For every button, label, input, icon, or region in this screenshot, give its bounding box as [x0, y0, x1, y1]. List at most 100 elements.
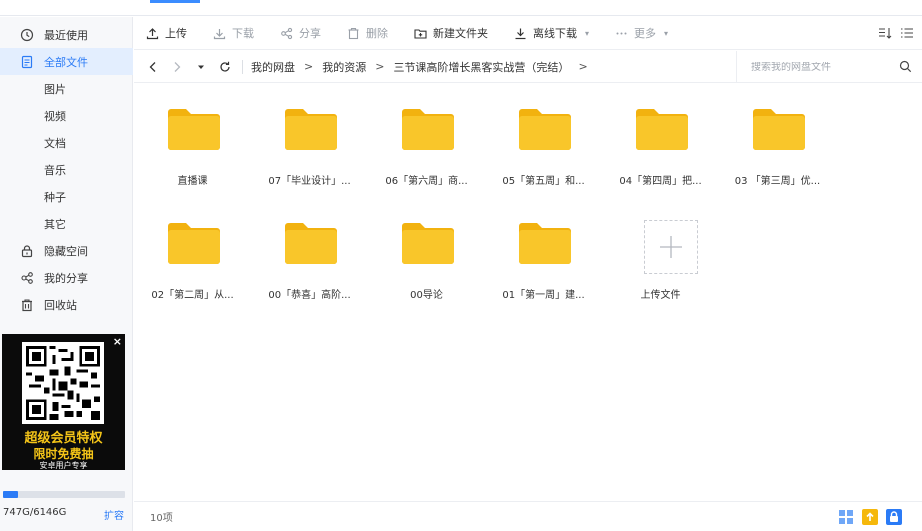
breadcrumb-item[interactable]: 我的网盘 [251, 59, 295, 75]
folder-tile[interactable]: 01「第一周」建... [485, 198, 602, 301]
sidebar-item-my-shares[interactable]: 我的分享 [0, 264, 133, 291]
folder-name: 05「第五周」和... [502, 176, 585, 187]
address-bar: 我的网盘 > 我的资源 > 三节课高阶增长黑客实战营（完结） > [134, 51, 922, 83]
share-icon [20, 271, 34, 285]
lock-icon [20, 244, 34, 258]
upload-label: 上传 [165, 27, 187, 40]
offline-download-icon [514, 27, 527, 40]
more-button[interactable]: 更多 ▾ [615, 25, 668, 41]
sort-icon[interactable] [878, 26, 892, 40]
folder-icon [519, 222, 571, 264]
upload-drop-zone[interactable] [644, 220, 698, 274]
address-divider [242, 59, 243, 74]
sidebar-item-label: 我的分享 [44, 271, 88, 285]
clock-icon [20, 28, 34, 42]
sidebar-nav: 最近使用 全部文件 图片 视频 文档 音乐 种子 其它 隐藏空间 我的分享 回收… [0, 21, 133, 318]
folder-tile[interactable]: 03 「第三周」优... [719, 84, 836, 187]
history-dropdown-icon[interactable] [194, 60, 208, 74]
folder-name: 04「第四周」把... [619, 176, 702, 187]
back-icon[interactable] [146, 60, 160, 74]
sidebar-item-images[interactable]: 图片 [0, 75, 133, 102]
promo-note: 安卓用户专享 [39, 461, 88, 470]
folder-icon [753, 108, 805, 150]
app-grid-icon[interactable] [838, 509, 854, 525]
folder-icon [519, 108, 571, 150]
status-bar: 10项 [134, 501, 922, 531]
offline-download-button[interactable]: 离线下载 ▾ [514, 25, 589, 41]
folder-tile[interactable]: 07「毕业设计」... [251, 84, 368, 187]
upload-button[interactable]: 上传 [146, 25, 187, 41]
sidebar: 最近使用 全部文件 图片 视频 文档 音乐 种子 其它 隐藏空间 我的分享 回收… [0, 17, 133, 531]
folder-tile[interactable]: 05「第五周」和... [485, 84, 602, 187]
breadcrumb-expand-icon[interactable]: > [578, 60, 587, 73]
folder-name: 00导论 [410, 290, 443, 301]
upload-queue-icon[interactable] [862, 509, 878, 525]
sidebar-item-label: 最近使用 [44, 28, 88, 42]
download-label: 下载 [232, 27, 254, 40]
upload-tile[interactable]: 上传文件 [602, 198, 719, 301]
sidebar-item-recycle-bin[interactable]: 回收站 [0, 291, 133, 318]
storage-usage-fill [3, 491, 18, 498]
new-folder-label: 新建文件夹 [433, 27, 488, 40]
delete-button[interactable]: 删除 [347, 25, 388, 41]
breadcrumb-separator-icon: > [375, 60, 385, 73]
folder-name: 00「恭喜」高阶... [268, 290, 351, 301]
folder-tile[interactable]: 04「第四周」把... [602, 84, 719, 187]
download-button[interactable]: 下载 [213, 25, 254, 41]
folder-tile[interactable]: 直播课 [134, 84, 251, 187]
close-icon[interactable]: × [113, 335, 122, 348]
promo-headline: 超级会员特权 [24, 431, 103, 446]
refresh-icon[interactable] [218, 60, 232, 74]
new-folder-button[interactable]: 新建文件夹 [414, 25, 488, 41]
folder-name: 02「第二周」从... [151, 290, 234, 301]
item-count: 10项 [150, 513, 173, 524]
share-icon [280, 27, 293, 40]
folder-tile[interactable]: 02「第二周」从... [134, 198, 251, 301]
sidebar-item-hidden-space[interactable]: 隐藏空间 [0, 237, 133, 264]
sidebar-item-documents[interactable]: 文档 [0, 129, 133, 156]
folder-tile[interactable]: 06「第六周」商... [368, 84, 485, 187]
sidebar-item-other[interactable]: 其它 [0, 210, 133, 237]
folder-icon [168, 222, 220, 264]
more-label: 更多 [634, 27, 657, 40]
breadcrumb-item[interactable]: 我的资源 [322, 59, 366, 75]
storage-usage-text: 747G/6146G [3, 507, 67, 518]
sidebar-item-label: 全部文件 [44, 55, 88, 69]
view-controls [870, 26, 914, 40]
sidebar-item-label: 文档 [44, 136, 66, 150]
share-button[interactable]: 分享 [280, 25, 321, 41]
offline-download-label: 离线下载 [533, 27, 577, 40]
sidebar-item-label: 隐藏空间 [44, 244, 88, 258]
sidebar-item-all-files[interactable]: 全部文件 [0, 48, 133, 75]
qr-code-image [22, 342, 104, 424]
sidebar-item-videos[interactable]: 视频 [0, 102, 133, 129]
forward-icon[interactable] [170, 60, 184, 74]
search-box [736, 51, 922, 83]
folder-icon [285, 108, 337, 150]
search-icon[interactable] [899, 60, 912, 73]
upload-tile-label: 上传文件 [640, 290, 681, 301]
sidebar-item-torrents[interactable]: 种子 [0, 183, 133, 210]
share-label: 分享 [299, 27, 321, 40]
status-icons [830, 509, 902, 525]
search-input[interactable] [751, 61, 891, 73]
sidebar-item-label: 音乐 [44, 163, 66, 177]
expand-storage-link[interactable]: 扩容 [104, 507, 124, 522]
lock-badge-icon[interactable] [886, 509, 902, 525]
plus-icon [660, 236, 682, 258]
folder-tile[interactable]: 00「恭喜」高阶... [251, 198, 368, 301]
new-folder-icon [414, 27, 427, 40]
folder-icon [636, 108, 688, 150]
folder-name: 03 「第三周」优... [734, 176, 821, 187]
folder-icon [168, 108, 220, 150]
sidebar-item-label: 视频 [44, 109, 66, 123]
trash-icon [20, 298, 34, 312]
folder-name: 01「第一周」建... [502, 290, 585, 301]
list-view-icon[interactable] [900, 26, 914, 40]
sidebar-item-music[interactable]: 音乐 [0, 156, 133, 183]
chevron-down-icon: ▾ [664, 28, 669, 38]
promo-banner[interactable]: × 超级会员特权 限时免费抽 安卓用户专享 [2, 334, 125, 470]
breadcrumb-item-current[interactable]: 三节课高阶增长黑客实战营（完结） [393, 59, 569, 75]
sidebar-item-recent[interactable]: 最近使用 [0, 21, 133, 48]
folder-tile[interactable]: 00导论 [368, 198, 485, 301]
